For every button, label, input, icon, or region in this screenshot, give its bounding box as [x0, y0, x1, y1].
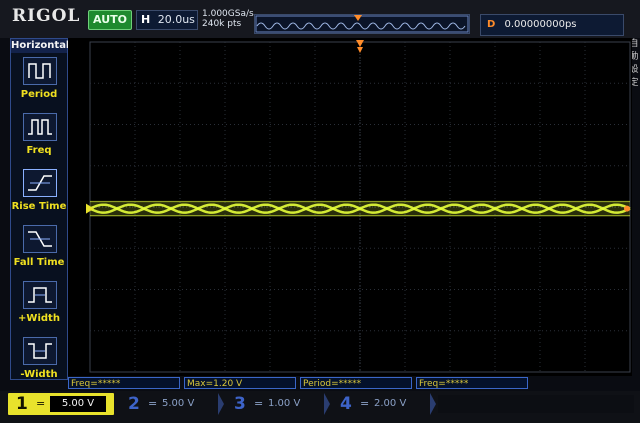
channel-bar-blank: [438, 395, 634, 413]
measurement-readout[interactable]: Freq=*****: [416, 377, 528, 389]
menu-item-period[interactable]: Period: [14, 55, 64, 107]
channel-scale-value: 5.00 V: [50, 396, 106, 412]
separator-arrow: [430, 393, 436, 415]
measurement-readout[interactable]: Freq=*****: [68, 377, 180, 389]
coupling-symbol: =: [148, 397, 158, 410]
trigger-delay-label: D: [487, 19, 496, 30]
separator-arrow: [324, 393, 330, 415]
menu-item-label: Freq: [26, 145, 52, 156]
menu-item-positive-width[interactable]: +Width: [14, 279, 64, 331]
overview-view-window: [255, 15, 469, 33]
channel-3-scale[interactable]: 3 = 1.00 V: [226, 393, 330, 415]
trigger-position-marker-tip: [357, 47, 363, 53]
horizontal-measure-menu: Horizontal Period Freq Rise Time Fall Ti…: [10, 38, 70, 380]
overview-trace: [256, 22, 466, 30]
channel-4-scale[interactable]: 4 = 2.00 V: [332, 393, 436, 415]
measurement-readout[interactable]: Max=1.20 V: [184, 377, 296, 389]
channel-number: 4: [340, 394, 352, 414]
menu-item-negative-width[interactable]: -Width: [14, 335, 64, 387]
coupling-symbol: =: [36, 397, 46, 410]
channel-number: 3: [234, 394, 246, 414]
menu-item-freq[interactable]: Freq: [14, 111, 64, 163]
positive-width-icon: [23, 281, 57, 309]
trigger-position-marker: [356, 40, 364, 47]
measurement-readout[interactable]: Period=*****: [300, 377, 412, 389]
top-status-bar: RIGOL AUTO H 20.0us 1.000GSa/s 240k pts …: [0, 0, 640, 38]
waveform-overview[interactable]: [254, 14, 470, 34]
coupling-symbol: =: [254, 397, 264, 410]
sample-info: 1.000GSa/s 240k pts: [202, 9, 254, 29]
brand-logo: RIGOL: [12, 6, 81, 26]
overview-wave: [255, 15, 469, 33]
run-status-badge[interactable]: AUTO: [88, 10, 132, 30]
waveform-grid: [86, 40, 631, 373]
timebase-label: H: [141, 13, 151, 26]
timebase-display[interactable]: H 20.0us: [136, 10, 198, 30]
separator-arrow: [218, 393, 224, 415]
channel-1-scale[interactable]: 1 = 5.00 V: [8, 393, 114, 415]
sample-rate: 1.000GSa/s: [202, 9, 254, 19]
waveform-display[interactable]: [68, 38, 632, 376]
trigger-delay-value: 0.00000000ps: [504, 19, 577, 30]
rise-time-icon: [23, 169, 57, 197]
timebase-value: 20.0us: [157, 13, 195, 26]
coupling-symbol: =: [360, 397, 370, 410]
menu-item-label: Rise Time: [11, 201, 67, 212]
frequency-icon: [23, 113, 57, 141]
menu-item-label: Fall Time: [13, 257, 65, 268]
channel-scale-value: 5.00 V: [162, 398, 195, 409]
channel-scale-value: 1.00 V: [268, 398, 301, 409]
channel-number: 2: [128, 394, 140, 414]
menu-item-label: +Width: [18, 313, 60, 324]
overview-trigger-marker: [354, 15, 362, 21]
channel-number: 1: [16, 394, 28, 414]
trigger-level-marker: [624, 205, 630, 212]
channel-2-scale[interactable]: 2 = 5.00 V: [120, 393, 224, 415]
menu-item-fall-time[interactable]: Fall Time: [14, 223, 64, 275]
period-icon: [23, 57, 57, 85]
menu-item-label: -Width: [20, 369, 58, 380]
channel-bar: 1 = 5.00 V 2 = 5.00 V 3 = 1.00 V 4 = 2.0…: [0, 391, 640, 423]
negative-width-icon: [23, 337, 57, 365]
menu-item-rise-time[interactable]: Rise Time: [12, 167, 66, 219]
trigger-delay-display[interactable]: D 0.00000000ps: [480, 14, 624, 36]
menu-title: Horizontal: [11, 39, 70, 53]
oscilloscope-screen: RIGOL AUTO H 20.0us 1.000GSa/s 240k pts …: [0, 0, 640, 423]
fall-time-icon: [23, 225, 57, 253]
memory-depth: 240k pts: [202, 19, 242, 29]
menu-item-label: Period: [20, 89, 58, 100]
channel-scale-value: 2.00 V: [374, 398, 407, 409]
